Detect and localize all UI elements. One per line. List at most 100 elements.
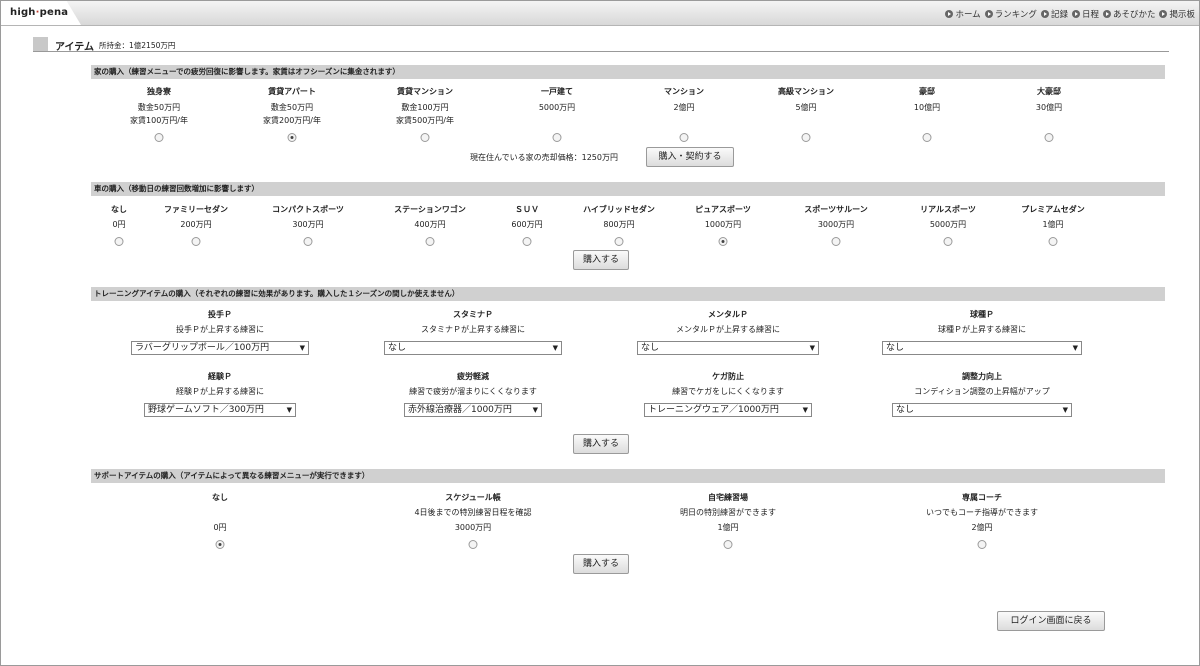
car-radio[interactable] (718, 237, 728, 246)
car-radio[interactable] (303, 237, 313, 246)
house-buy-button[interactable]: 購入・契約する (646, 147, 734, 167)
car-name: ハイブリッドセダン (583, 205, 655, 214)
training-item-name: 経験Ｐ (208, 372, 232, 381)
nav-label: ホーム (955, 10, 981, 20)
car-name: ピュアスポーツ (695, 205, 751, 214)
car-radio[interactable] (943, 237, 953, 246)
house-price: 敷金100万円 (401, 103, 449, 112)
support-name: スケジュール帳 (445, 493, 501, 502)
dropdown-arrow-icon: ▼ (1072, 344, 1078, 352)
training-select[interactable]: 野球ゲームソフト／300万円 ▼ (144, 403, 296, 417)
training-item-desc: 球種Ｐが上昇する練習に (938, 325, 1026, 334)
house-radio[interactable] (287, 133, 297, 142)
page-header: アイテム 所持金：1億2150万円 (33, 37, 1169, 53)
header-marker (33, 37, 48, 51)
nav-label: 日程 (1081, 10, 1099, 20)
training-item-name: ケガ防止 (712, 372, 744, 381)
training-select[interactable]: なし ▼ (892, 403, 1072, 417)
play-icon (1159, 10, 1168, 18)
house-radio[interactable] (154, 133, 164, 142)
car-price: 0円 (112, 220, 126, 229)
house-radio[interactable] (922, 133, 932, 142)
training-select[interactable]: なし ▼ (637, 341, 819, 355)
training-item-desc: 経験Ｐが上昇する練習に (176, 387, 264, 396)
dropdown-arrow-icon: ▼ (532, 406, 538, 414)
car-radio[interactable] (1048, 237, 1058, 246)
support-radio[interactable] (977, 540, 987, 549)
support-buy-button[interactable]: 購入する (573, 554, 629, 574)
nav-home[interactable]: ホーム (945, 8, 981, 20)
car-price: 300万円 (292, 220, 324, 229)
house-section-title: 家の購入（練習メニューでの疲労回復に影響します。家賃はオフシーズンに集金されます… (91, 65, 1165, 79)
car-radio[interactable] (831, 237, 841, 246)
training-select[interactable]: なし ▼ (882, 341, 1082, 355)
car-radio[interactable] (425, 237, 435, 246)
training-select[interactable]: トレーニングウェア／1000万円 ▼ (644, 403, 812, 417)
car-radio[interactable] (522, 237, 532, 246)
select-value: なし (896, 405, 915, 415)
select-value: なし (388, 343, 407, 353)
nav-schedule[interactable]: 日程 (1071, 8, 1099, 20)
car-name: ＳＵＶ (515, 205, 539, 214)
nav-howto[interactable]: あそびかた (1102, 8, 1156, 20)
training-item-name: 調整力向上 (962, 372, 1002, 381)
support-desc: 4日後までの特別練習日程を確認 (414, 508, 532, 517)
training-item-name: 疲労軽減 (457, 372, 489, 381)
house-price: 5000万円 (538, 103, 576, 112)
house-radio[interactable] (1044, 133, 1054, 142)
support-radio[interactable] (468, 540, 478, 549)
support-name: なし (212, 493, 228, 502)
support-desc: いつでもコーチ指導ができます (926, 508, 1038, 517)
car-name: リアルスポーツ (920, 205, 976, 214)
back-to-login-button[interactable]: ログイン画面に戻る (997, 611, 1105, 631)
support-price: 1億円 (717, 523, 739, 532)
training-select[interactable]: なし ▼ (384, 341, 562, 355)
house-name: 高級マンション (778, 87, 834, 96)
app-window: high·pena ホーム ランキング 記録 日程 あそびかた 掲示板 アイテム… (0, 0, 1200, 666)
car-name: コンパクトスポーツ (272, 205, 344, 214)
training-section-title: トレーニングアイテムの購入（それぞれの練習に効果があります。購入した１シーズンの… (91, 287, 1165, 301)
house-radio[interactable] (679, 133, 689, 142)
support-radio[interactable] (215, 540, 225, 549)
house-radio[interactable] (552, 133, 562, 142)
training-buy-button[interactable]: 購入する (573, 434, 629, 454)
house-price: 敷金50万円 (137, 103, 181, 112)
house-radio[interactable] (420, 133, 430, 142)
house-rent: 家賃500万円/年 (396, 116, 454, 125)
support-radio[interactable] (723, 540, 733, 549)
training-select[interactable]: 赤外線治療器／1000万円 ▼ (404, 403, 542, 417)
car-price: 1億円 (1042, 220, 1064, 229)
training-item-desc: スタミナＰが上昇する練習に (421, 325, 525, 334)
house-radio[interactable] (801, 133, 811, 142)
house-price: 10億円 (913, 103, 941, 112)
play-icon (984, 10, 993, 18)
house-name: 大豪邸 (1037, 87, 1061, 96)
car-name: スポーツサルーン (804, 205, 868, 214)
house-name: 豪邸 (919, 87, 935, 96)
house-price: 30億円 (1035, 103, 1063, 112)
car-radio[interactable] (614, 237, 624, 246)
house-rent: 家賃200万円/年 (263, 116, 321, 125)
nav-bbs[interactable]: 掲示板 (1159, 8, 1195, 20)
play-icon (1102, 10, 1111, 18)
dropdown-arrow-icon: ▼ (809, 344, 815, 352)
nav-label: ランキング (994, 10, 1037, 20)
car-radio[interactable] (191, 237, 201, 246)
house-name: 独身寮 (147, 87, 171, 96)
support-section-title: サポートアイテムの購入（アイテムによって異なる練習メニューが実行できます） (91, 469, 1165, 483)
training-item-desc: コンディション調整の上昇幅がアップ (914, 387, 1050, 396)
play-icon (1040, 10, 1049, 18)
training-item-desc: 練習でケガをしにくくなります (672, 387, 784, 396)
nav-label: あそびかた (1112, 10, 1156, 20)
house-name: 賃貸マンション (397, 87, 453, 96)
nav-records[interactable]: 記録 (1040, 8, 1068, 20)
car-radio[interactable] (114, 237, 124, 246)
logo[interactable]: high·pena (10, 7, 68, 18)
training-select[interactable]: ラバーグリップボール／100万円 ▼ (131, 341, 309, 355)
dropdown-arrow-icon: ▼ (286, 406, 292, 414)
car-buy-button[interactable]: 購入する (573, 250, 629, 270)
house-name: 賃貸アパート (268, 87, 316, 96)
support-desc: 明日の特別練習ができます (680, 508, 776, 517)
nav-ranking[interactable]: ランキング (984, 8, 1037, 20)
car-price: 400万円 (414, 220, 446, 229)
